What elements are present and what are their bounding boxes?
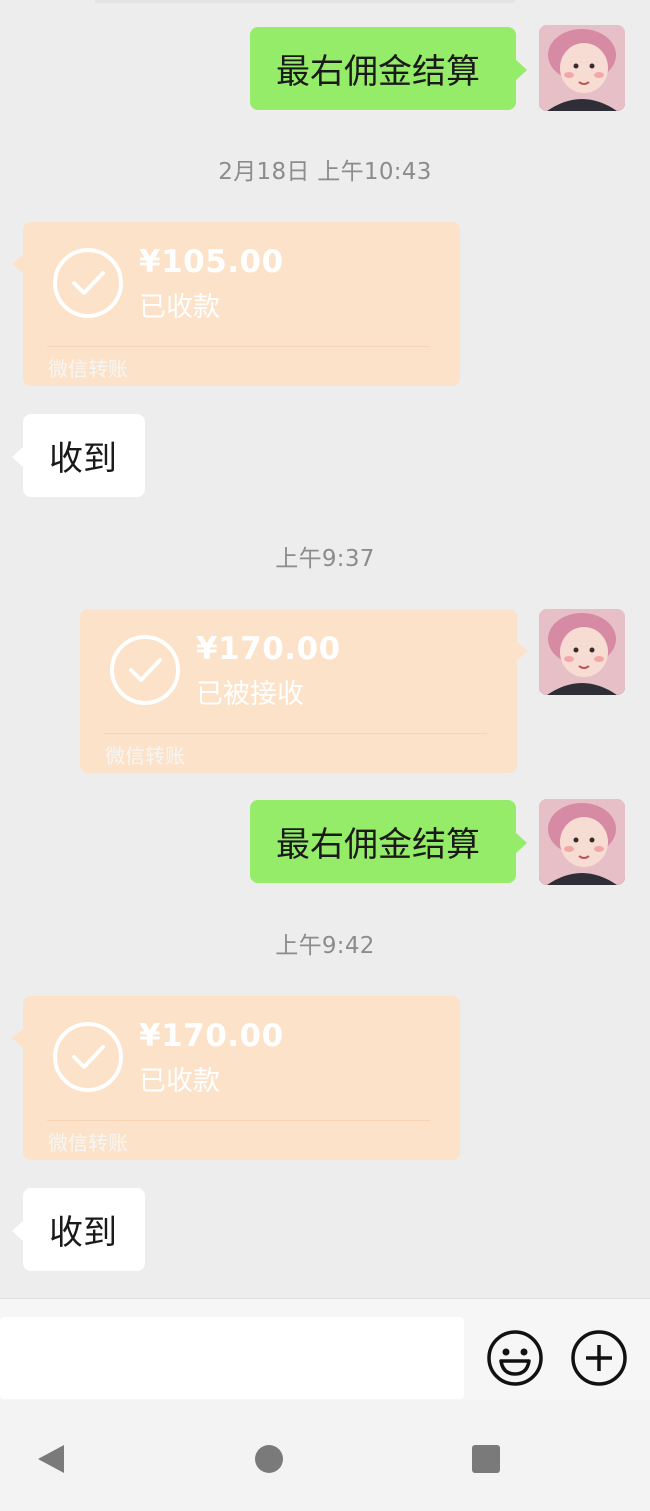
sent-message-bubble[interactable]: 最右佣金结算	[250, 27, 527, 110]
avatar-image	[539, 25, 625, 111]
transfer-amount: ¥170.00	[196, 631, 341, 667]
message-input[interactable]	[0, 1317, 464, 1399]
sent-message-bubble[interactable]: 最右佣金结算	[250, 800, 527, 883]
nav-recent-icon[interactable]	[469, 1442, 503, 1476]
nav-back-icon[interactable]	[34, 1442, 68, 1476]
transfer-amount: ¥105.00	[139, 244, 284, 280]
avatar-image	[539, 799, 625, 885]
timestamp: 上午9:42	[275, 933, 375, 959]
transfer-status: 已收款	[139, 292, 220, 323]
nav-home-icon[interactable]	[252, 1442, 286, 1476]
message-text: 收到	[49, 439, 117, 479]
timestamp: 上午9:37	[275, 546, 375, 572]
previous-message-edge	[95, 0, 515, 3]
transfer-label: 微信转账	[48, 357, 128, 381]
card-divider	[47, 346, 430, 347]
timestamp: 2月18日 上午10:43	[218, 159, 432, 185]
message-text: 最右佣金结算	[276, 825, 480, 865]
transfer-card[interactable]: ¥170.00 已被接收 微信转账	[80, 609, 528, 773]
plus-icon[interactable]	[570, 1329, 628, 1387]
received-message-bubble[interactable]: 收到	[12, 414, 145, 497]
avatar[interactable]	[539, 799, 625, 885]
received-message-bubble[interactable]: 收到	[12, 1188, 145, 1271]
transfer-status: 已被接收	[196, 679, 304, 710]
transfer-card[interactable]: ¥105.00 已收款 微信转账	[12, 222, 460, 386]
transfer-card[interactable]: ¥170.00 已收款 微信转账	[12, 996, 460, 1160]
input-bar	[0, 1298, 650, 1400]
card-divider	[47, 1120, 430, 1121]
avatar[interactable]	[539, 25, 625, 111]
emoji-icon[interactable]	[486, 1329, 544, 1387]
message-text: 最右佣金结算	[276, 52, 480, 92]
transfer-label: 微信转账	[105, 744, 185, 768]
chat-area[interactable]: 最右佣金结算 2月18日 上午10:43 ¥105.00 已收款 微信转账 收到…	[0, 0, 650, 1298]
transfer-status: 已收款	[139, 1066, 220, 1097]
avatar-image	[539, 609, 625, 695]
system-navigation-bar	[0, 1400, 650, 1511]
message-text: 收到	[49, 1213, 117, 1253]
card-divider	[104, 733, 487, 734]
avatar[interactable]	[539, 609, 625, 695]
check-circle-icon	[110, 635, 180, 705]
check-circle-icon	[53, 248, 123, 318]
check-circle-icon	[53, 1022, 123, 1092]
transfer-label: 微信转账	[48, 1131, 128, 1155]
transfer-amount: ¥170.00	[139, 1018, 284, 1054]
